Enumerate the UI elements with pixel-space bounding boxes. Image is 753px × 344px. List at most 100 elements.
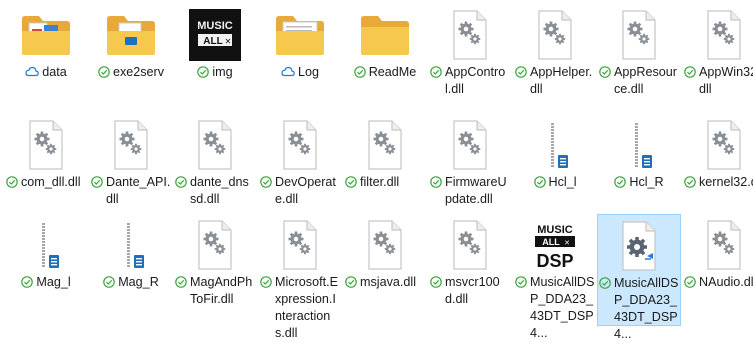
file-label: MusicAllDSP_DDA23_43DT_DSP4...	[515, 274, 595, 342]
synced-status-icon	[599, 66, 611, 78]
file-name: AppControl.dll	[445, 65, 506, 96]
exe-config-icon	[611, 219, 667, 273]
file-item[interactable]: com_dll.dll	[4, 114, 88, 226]
file-label: AppControl.dll	[430, 64, 510, 98]
file-name: dante_dnssd.dll	[190, 175, 249, 206]
bin-icon	[18, 218, 74, 272]
synced-status-icon	[430, 276, 442, 288]
file-name: AppResource.dll	[614, 65, 678, 96]
file-item[interactable]: data	[4, 4, 88, 116]
file-item[interactable]: NAudio.dll	[682, 214, 753, 326]
folder-doc-icon	[272, 8, 328, 62]
file-label: AppHelper.dll	[515, 64, 595, 98]
file-item[interactable]: exe2serv	[89, 4, 173, 116]
file-label: dante_dnssd.dll	[175, 174, 255, 208]
file-name: MusicAllDSP_DDA23_43DT_DSP4...	[614, 276, 679, 341]
file-item[interactable]: filter.dll	[343, 114, 427, 226]
file-name: ReadMe	[368, 65, 417, 79]
file-name: filter.dll	[360, 175, 400, 189]
file-item[interactable]: kernel32.dll	[682, 114, 753, 226]
synced-status-icon	[21, 276, 34, 288]
dll-icon	[357, 218, 413, 272]
file-name: kernel32.dll	[699, 175, 753, 189]
file-name: Microsoft.Expression.Interactions.dll	[275, 275, 338, 340]
file-name: MagAndPhToFir.dll	[190, 275, 253, 306]
synced-status-icon	[260, 276, 272, 288]
dll-icon	[187, 218, 243, 272]
dll-icon	[611, 8, 667, 62]
file-label: ReadMe	[345, 64, 425, 81]
folder-icon	[357, 8, 413, 62]
file-item[interactable]: ReadMe	[343, 4, 427, 116]
file-label: MusicAllDSP_DDA23_43DT_DSP4...	[599, 275, 679, 343]
synced-status-icon	[430, 176, 442, 188]
file-label: Hcl_R	[599, 174, 679, 191]
file-item[interactable]: MUSIC ALL ✕ img	[173, 4, 257, 116]
file-name: Hcl_l	[548, 175, 577, 189]
synced-status-icon	[175, 176, 187, 188]
file-item[interactable]: AppWin32.dll	[682, 4, 753, 116]
dll-icon	[272, 218, 328, 272]
file-name: NAudio.dll	[699, 275, 753, 289]
synced-status-icon	[430, 66, 442, 78]
file-name: data	[42, 65, 67, 79]
file-item[interactable]: AppResource.dll	[597, 4, 681, 116]
image-musicall-dsp-icon: MUSIC ALL ✕ DSP	[527, 218, 583, 272]
file-label: img	[175, 64, 255, 81]
file-label: Log	[260, 64, 340, 81]
file-item[interactable]: AppHelper.dll	[513, 4, 597, 116]
file-label: msjava.dll	[345, 274, 425, 291]
synced-status-icon	[98, 66, 110, 78]
cloud-status-icon	[281, 66, 295, 77]
synced-status-icon	[684, 276, 696, 288]
synced-status-icon	[515, 276, 527, 288]
synced-status-icon	[345, 176, 357, 188]
file-name: msvcr100d.dll	[445, 275, 500, 306]
file-label: exe2serv	[91, 64, 171, 81]
file-label: MagAndPhToFir.dll	[175, 274, 255, 308]
file-label: data	[6, 64, 86, 81]
file-item[interactable]: msvcr100d.dll	[428, 214, 512, 326]
bin-icon	[527, 118, 583, 172]
synced-status-icon	[515, 66, 527, 78]
dll-icon	[696, 8, 752, 62]
dll-icon	[527, 8, 583, 62]
file-item[interactable]: MUSIC ALL ✕ DSP MusicAllDSP_DDA23_43DT_DS…	[513, 214, 597, 340]
file-item[interactable]: dante_dnssd.dll	[173, 114, 257, 226]
dll-icon	[103, 118, 159, 172]
synced-status-icon	[684, 66, 696, 78]
file-item[interactable]: msjava.dll	[343, 214, 427, 326]
file-name: exe2serv	[112, 65, 165, 79]
file-name: AppHelper.dll	[530, 65, 593, 96]
file-name: Hcl_R	[629, 175, 664, 189]
file-item[interactable]: MagAndPhToFir.dll	[173, 214, 257, 326]
synced-status-icon	[197, 66, 210, 78]
file-name: com_dll.dll	[21, 175, 81, 189]
file-item[interactable]: Hcl_l	[513, 114, 597, 226]
file-item[interactable]: Mag_l	[4, 214, 88, 326]
svg-text:MUSIC: MUSIC	[197, 20, 233, 32]
file-label: AppWin32.dll	[684, 64, 753, 98]
bin-icon	[611, 118, 667, 172]
synced-status-icon	[353, 66, 366, 78]
file-name: Dante_API.dll	[106, 175, 171, 206]
file-item[interactable]: Log	[258, 4, 342, 116]
file-item[interactable]: DevOperate.dll	[258, 114, 342, 226]
file-name: msjava.dll	[360, 275, 416, 289]
file-name: MusicAllDSP_DDA23_43DT_DSP4...	[530, 275, 595, 340]
file-item[interactable]: Mag_R	[89, 214, 173, 326]
synced-status-icon	[684, 176, 696, 188]
file-item[interactable]: FirmwareUpdate.dll	[428, 114, 512, 226]
dll-icon	[272, 118, 328, 172]
file-item[interactable]: Hcl_R	[597, 114, 681, 226]
file-item[interactable]: Dante_API.dll	[89, 114, 173, 226]
synced-status-icon	[91, 176, 103, 188]
dll-icon	[187, 118, 243, 172]
dll-icon	[442, 8, 498, 62]
file-item[interactable]: Microsoft.Expression.Interactions.dll	[258, 214, 342, 340]
file-item[interactable]: AppControl.dll	[428, 4, 512, 116]
file-item[interactable]: MusicAllDSP_DDA23_43DT_DSP4...	[597, 214, 681, 341]
svg-text:ALL: ALL	[203, 36, 222, 47]
svg-text:ALL: ALL	[542, 237, 560, 247]
file-name: img	[212, 65, 233, 79]
